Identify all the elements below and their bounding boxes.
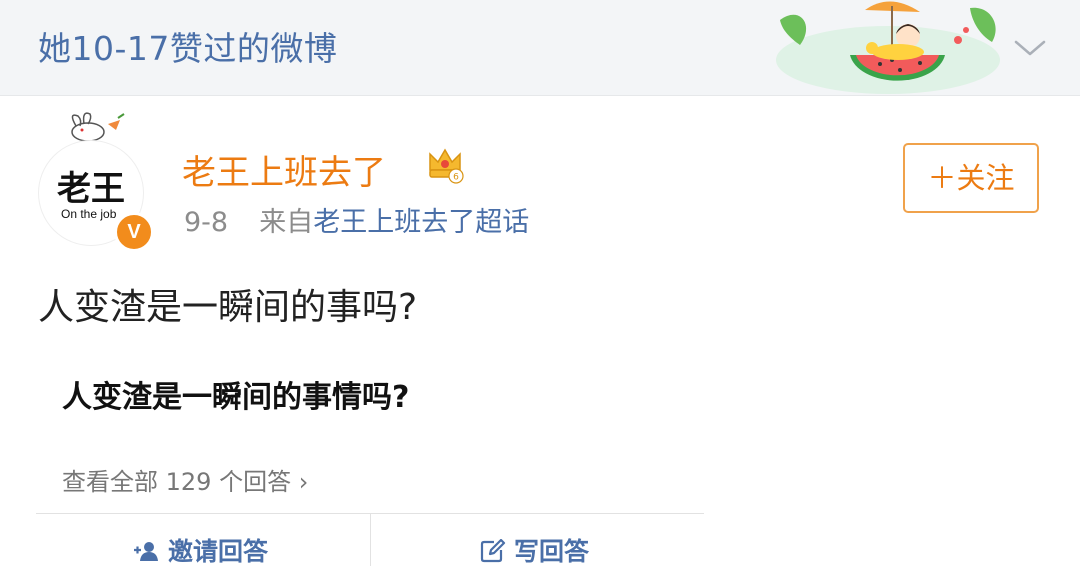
embedded-question-title[interactable]: 人变渣是一瞬间的事情吗? <box>62 372 409 416</box>
rabbit-doodle-icon <box>71 112 125 142</box>
header-bar: 她10-17赞过的微博 <box>0 0 1080 96</box>
follow-button[interactable]: ＋关注 <box>903 143 1039 213</box>
post-source-link[interactable]: 老王上班去了超话 <box>313 207 529 238</box>
post-text: 人变渣是一瞬间的事吗? <box>38 287 418 328</box>
invite-answer-button[interactable]: 邀请回答 <box>132 532 268 568</box>
post-meta: 9-8 来自老王上班去了超话 <box>184 200 529 239</box>
crown-icon: 6 <box>429 148 464 184</box>
edit-icon <box>480 538 506 563</box>
post-date: 9-8 <box>184 207 229 238</box>
post-source-prefix: 来自 <box>259 207 314 238</box>
page-title: 她10-17赞过的微博 <box>38 29 338 68</box>
add-user-icon <box>134 542 158 561</box>
avatar-text: 老王 <box>57 169 125 209</box>
verified-badge-icon: V <box>114 212 154 252</box>
chevron-down-icon[interactable] <box>1010 28 1050 68</box>
write-answer-button[interactable]: 写回答 <box>480 532 589 568</box>
avatar-subtitle: On the job <box>61 207 117 221</box>
invite-answer-label: 邀请回答 <box>168 537 269 566</box>
author-name[interactable]: 老王上班去了 <box>182 145 386 194</box>
view-all-answers-link[interactable]: 查看全部 129 个回答 › <box>62 462 308 497</box>
write-answer-label: 写回答 <box>514 537 590 566</box>
svg-text:6: 6 <box>453 173 459 183</box>
vertical-divider <box>370 514 371 566</box>
watermelon-banner-icon <box>776 1 1000 94</box>
author-avatar[interactable]: 老王 On the job V <box>36 108 166 252</box>
